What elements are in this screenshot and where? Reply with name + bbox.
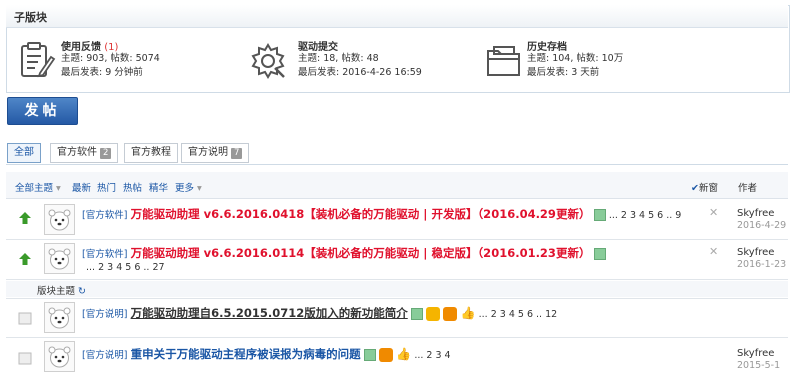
subforum-stats: 主题: 18, 帖数: 48 — [298, 53, 379, 64]
checkbox-checked-icon[interactable]: ✔ — [691, 183, 699, 194]
section-title: 版块主题 — [37, 286, 76, 297]
thread-title-row: [官方说明] 重申关于万能驱动主程序被误报为病毒的问题 👍 ... 2 3 4 — [82, 346, 451, 362]
row-divider — [6, 239, 788, 240]
filter-latest[interactable]: 最新 — [72, 180, 91, 194]
thread-doc-icon — [18, 352, 32, 368]
subforum-last-post[interactable]: 最后发表: 9 分钟前 — [61, 66, 143, 80]
tab-label: 官方教程 — [131, 147, 171, 158]
thread-pagination[interactable]: ... 2 3 4 5 6 .. 12 — [479, 309, 558, 320]
thumbs-up-icon: 👍 — [396, 347, 412, 361]
attachment-image-icon — [593, 209, 606, 221]
thread-title[interactable]: 万能驱动助理 v6.6.2016.0418【装机必备的万能驱动 | 开发版】（2… — [131, 207, 591, 221]
thread-date: 2016-1-23 — [737, 259, 787, 270]
thread-category[interactable]: [官方软件] — [82, 249, 127, 260]
subforum-name[interactable]: 历史存档 — [527, 38, 567, 53]
pinned-up-arrow-icon — [18, 211, 32, 228]
tab-official-notice[interactable]: 官方说明 7 — [181, 143, 250, 163]
all-topics-label: 全部主题 — [15, 183, 54, 194]
subforum-last-post[interactable]: 最后发表: 2016-4-26 16:59 — [298, 66, 422, 80]
tab-count-badge: 2 — [100, 148, 112, 159]
tab-official-software[interactable]: 官方软件 2 — [50, 143, 119, 163]
more-label: 更多 — [175, 183, 195, 194]
attachment-image-icon — [410, 308, 423, 320]
chevron-down-icon: ▾ — [194, 183, 202, 194]
all-topics-dropdown[interactable]: 全部主题 ▾ — [15, 180, 61, 194]
gear-icon[interactable] — [248, 41, 288, 81]
thread-pagination[interactable]: ... 2 3 4 5 6 .. 9 — [609, 210, 682, 221]
fire-badge-icon — [443, 307, 458, 321]
hot-badge-icon — [426, 307, 441, 321]
tab-bar-divider — [6, 164, 788, 165]
avatar[interactable] — [44, 243, 75, 274]
thumbs-up-icon: 👍 — [460, 306, 476, 320]
thread-author[interactable]: Skyfree — [737, 247, 774, 258]
subforum-item-feedback[interactable]: 使用反馈 (1) — [61, 38, 118, 53]
tab-label: 官方软件 — [57, 147, 97, 158]
thread-author[interactable]: Skyfree — [737, 348, 774, 359]
filter-hot[interactable]: 热门 — [97, 180, 116, 194]
section-bar — [6, 281, 788, 297]
thread-title-row: [官方软件] 万能驱动助理 v6.6.2016.0114【装机必备的万能驱动 |… — [82, 245, 606, 261]
thread-category[interactable]: [官方软件] — [82, 210, 127, 221]
close-icon[interactable]: ✕ — [709, 206, 718, 219]
subforum-last-post[interactable]: 最后发表: 3 天前 — [527, 66, 599, 80]
thread-title[interactable]: 重申关于万能驱动主程序被误报为病毒的问题 — [131, 347, 361, 361]
row-divider — [6, 337, 788, 338]
tab-count-badge: 7 — [231, 148, 243, 159]
section-label: 版块主题 ↻ — [37, 283, 86, 297]
subforum-stats: 主题: 104, 帖数: 10万 — [527, 53, 624, 64]
thread-title-row: [官方软件] 万能驱动助理 v6.6.2016.0418【装机必备的万能驱动 |… — [82, 206, 681, 222]
thread-doc-icon — [18, 312, 32, 328]
subforum-name[interactable]: 驱动提交 — [298, 38, 338, 53]
tab-label: 官方说明 — [188, 147, 228, 158]
avatar[interactable] — [44, 302, 75, 333]
filter-more-dropdown[interactable]: 更多 ▾ — [175, 180, 202, 194]
avatar[interactable] — [44, 341, 75, 372]
thread-author[interactable]: Skyfree — [737, 208, 774, 219]
new-window-toggle[interactable]: ✔新窗 — [691, 180, 718, 194]
pinned-up-arrow-icon — [18, 252, 32, 269]
attachment-image-icon — [593, 248, 606, 260]
new-post-button[interactable]: 发帖 — [7, 97, 78, 125]
thread-date: 2015-5-1 — [737, 360, 781, 371]
author-column-header: 作者 — [738, 183, 758, 194]
filter-hot-posts[interactable]: 热帖 — [123, 180, 142, 194]
attachment-image-icon — [363, 349, 376, 361]
avatar[interactable] — [44, 204, 75, 235]
tab-label: 全部 — [14, 147, 34, 158]
subforum-header — [6, 5, 788, 28]
thread-pagination[interactable]: ... 2 3 4 5 6 .. 27 — [86, 262, 165, 273]
thread-title[interactable]: 万能驱动助理自6.5.2015.0712版加入的新功能简介 — [131, 306, 408, 320]
row-divider — [6, 279, 788, 280]
thread-pagination[interactable]: ... 2 3 4 — [414, 350, 450, 361]
thread-category[interactable]: [官方说明] — [82, 309, 127, 320]
tab-all[interactable]: 全部 — [7, 143, 41, 163]
subforum-stats: 主题: 903, 帖数: 5074 — [61, 53, 160, 64]
refresh-icon[interactable]: ↻ — [78, 286, 86, 297]
filter-digest[interactable]: 精华 — [149, 180, 168, 194]
folder-icon[interactable] — [485, 43, 523, 79]
fire-badge-icon — [378, 348, 393, 362]
thread-category[interactable]: [官方说明] — [82, 350, 127, 361]
thread-title[interactable]: 万能驱动助理 v6.6.2016.0114【装机必备的万能驱动 | 稳定版】（2… — [131, 246, 591, 260]
thread-title-row: [官方说明] 万能驱动助理自6.5.2015.0712版加入的新功能简介 👍 .… — [82, 305, 557, 321]
row-divider — [6, 298, 788, 299]
clipboard-icon[interactable] — [16, 41, 56, 81]
tab-official-tutorial[interactable]: 官方教程 — [124, 143, 178, 163]
new-window-label: 新窗 — [698, 183, 718, 194]
thread-date: 2016-4-29 — [737, 220, 787, 231]
subforum-title: 子版块 — [14, 11, 47, 24]
close-icon[interactable]: ✕ — [709, 245, 718, 258]
chevron-down-icon: ▾ — [53, 183, 61, 194]
